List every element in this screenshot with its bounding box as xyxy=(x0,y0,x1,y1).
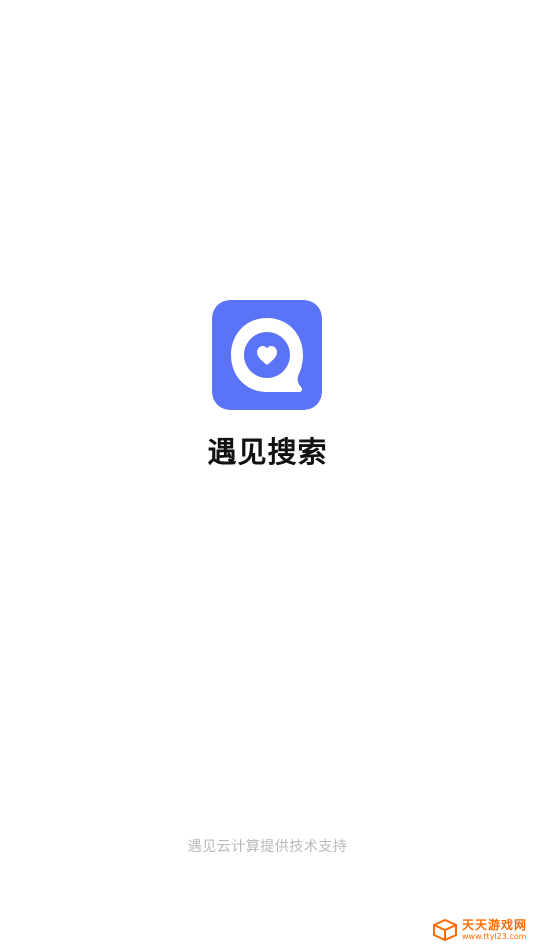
app-icon xyxy=(212,300,322,410)
chat-bubble-heart-icon xyxy=(212,300,322,410)
watermark-title: 天天游戏网 xyxy=(461,918,527,932)
tech-support-text: 遇见云计算提供技术支持 xyxy=(187,839,348,855)
app-name: 遇见搜索 xyxy=(207,435,328,469)
splash-screen: 遇见搜索 遇见云计算提供技术支持 天天游戏网 www.ttyl23.com xyxy=(0,0,535,951)
watermark: 天天游戏网 www.ttyl23.com xyxy=(432,919,527,941)
watermark-url: www.ttyl23.com xyxy=(461,932,527,941)
cube-logo-icon xyxy=(432,919,458,941)
